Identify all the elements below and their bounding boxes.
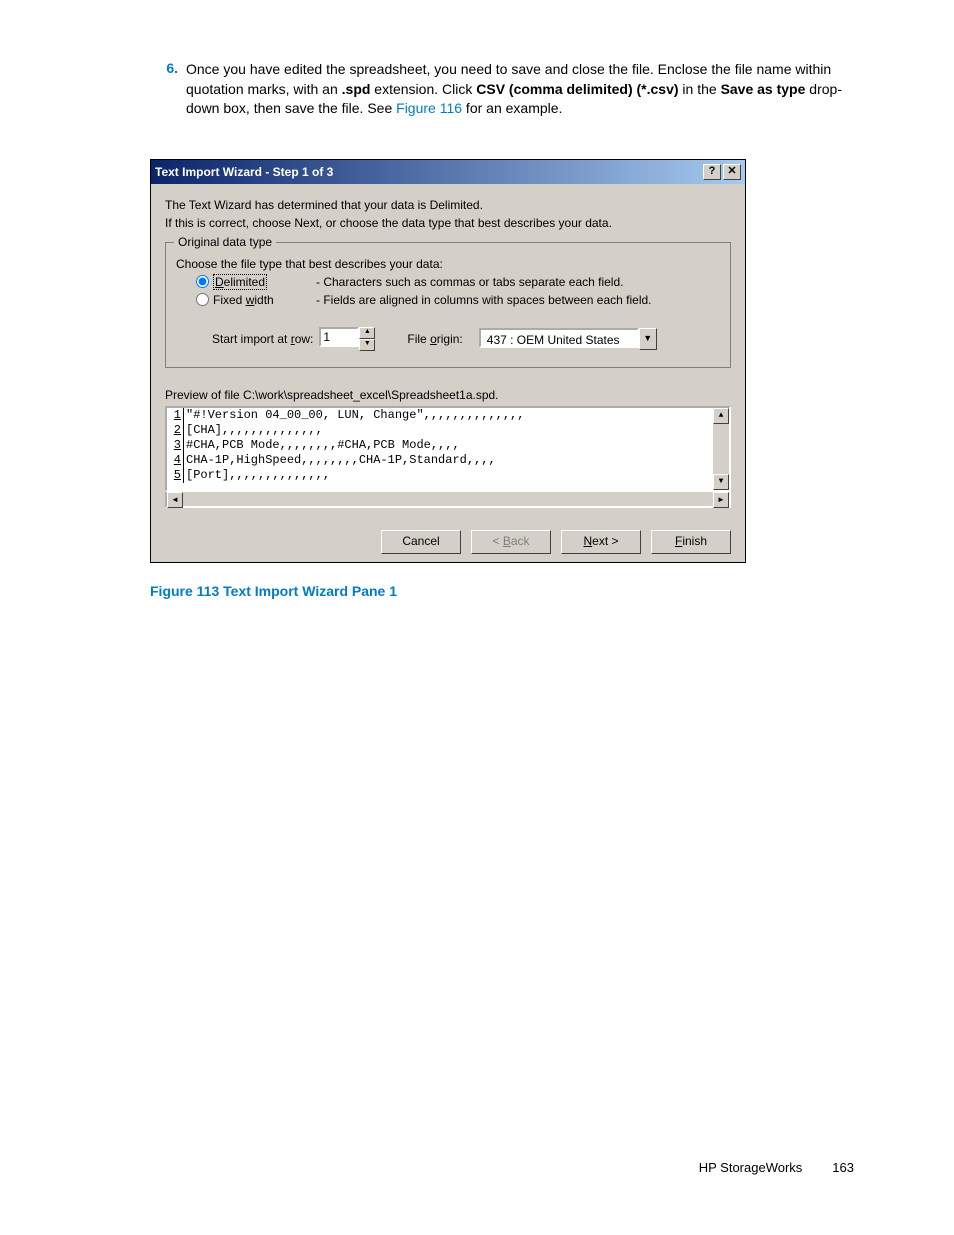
line-text: "#!Version 04_00_00, LUN, Change",,,,,,,… (183, 408, 524, 423)
preview-label: Preview of file C:\work\spreadsheet_exce… (165, 388, 731, 402)
fieldset-legend: Original data type (174, 235, 276, 249)
label-text: elimited (224, 275, 265, 289)
preview-line: 5[Port],,,,,,,,,,,,,, (167, 468, 729, 483)
combobox-dropdown-button[interactable]: ▼ (639, 328, 657, 350)
line-text: [CHA],,,,,,,,,,,,,, (183, 423, 323, 438)
file-origin-value[interactable]: 437 : OEM United States (479, 328, 639, 348)
dialog-body: The Text Wizard has determined that your… (151, 184, 745, 562)
close-button[interactable]: ✕ (723, 164, 741, 180)
next-button[interactable]: Next > (561, 530, 641, 554)
vertical-scrollbar[interactable]: ▲ ▼ (713, 408, 729, 490)
file-origin-label: File origin: (407, 332, 462, 346)
line-number: 1 (167, 408, 183, 423)
back-button: < Back (471, 530, 551, 554)
step-number: 6. (150, 60, 178, 76)
underline-char: o (430, 332, 437, 346)
titlebar-buttons: ? ✕ (703, 164, 741, 180)
step-bold: Save as type (721, 81, 806, 97)
scroll-down-button[interactable]: ▼ (713, 474, 729, 490)
footer-page-number: 163 (832, 1160, 854, 1175)
footer-product: HP StorageWorks (699, 1160, 803, 1175)
fixed-width-radio-group[interactable]: Fixed width (176, 293, 316, 307)
original-data-type-fieldset: Original data type Choose the file type … (165, 242, 731, 368)
spinner-up[interactable]: ▲ (359, 327, 375, 339)
delimited-label: Delimited (213, 275, 267, 289)
preview-line: 4CHA-1P,HighSpeed,,,,,,,,CHA-1P,Standard… (167, 453, 729, 468)
underline-char: B (503, 534, 511, 548)
label-text: ext > (592, 534, 618, 548)
import-options-row: Start import at row: ▲ ▼ File origin: 43… (212, 327, 720, 351)
figure-caption: Figure 113 Text Import Wizard Pane 1 (150, 583, 854, 599)
start-row-spinner[interactable]: ▲ ▼ (319, 327, 375, 351)
label-text: Fixed (213, 293, 246, 307)
underline-char: D (215, 275, 224, 289)
scroll-up-button[interactable]: ▲ (713, 408, 729, 424)
start-row-input[interactable] (319, 327, 359, 347)
preview-line: 2[CHA],,,,,,,,,,,,,, (167, 423, 729, 438)
fixed-width-row: Fixed width - Fields are aligned in colu… (176, 293, 720, 307)
label-text: ow: (295, 332, 314, 346)
label-text: Start import at (212, 332, 291, 346)
delimited-row: Delimited - Characters such as commas or… (176, 275, 720, 289)
preview-lines-container: 1"#!Version 04_00_00, LUN, Change",,,,,,… (167, 408, 729, 483)
step-text-frag: extension. Click (370, 81, 476, 97)
preview-box: 1"#!Version 04_00_00, LUN, Change",,,,,,… (165, 406, 731, 492)
line-number: 4 (167, 453, 183, 468)
titlebar: Text Import Wizard - Step 1 of 3 ? ✕ (151, 160, 745, 184)
help-button[interactable]: ? (703, 164, 721, 180)
step-text: Once you have edited the spreadsheet, yo… (186, 60, 854, 119)
step-bold: CSV (comma delimited) (*.csv) (476, 81, 678, 97)
figure-link[interactable]: Figure 116 (396, 100, 462, 116)
line-number: 3 (167, 438, 183, 453)
delimited-description: - Characters such as commas or tabs sepa… (316, 275, 623, 289)
horizontal-scrollbar[interactable]: ◄ ► (165, 492, 731, 508)
label-text: rigin: (437, 332, 463, 346)
fixed-width-label: Fixed width (213, 293, 274, 307)
step-bold: .spd (342, 81, 371, 97)
step-text-frag: in the (679, 81, 721, 97)
intro-text-2: If this is correct, choose Next, or choo… (165, 216, 731, 230)
label-text: File (407, 332, 430, 346)
start-row-label: Start import at row: (212, 332, 313, 346)
fieldset-prompt: Choose the file type that best describes… (176, 257, 720, 271)
text-import-wizard-dialog: Text Import Wizard - Step 1 of 3 ? ✕ The… (150, 159, 746, 563)
delimited-radio[interactable] (196, 275, 209, 288)
dialog-title: Text Import Wizard - Step 1 of 3 (155, 165, 333, 179)
line-text: #CHA,PCB Mode,,,,,,,,#CHA,PCB Mode,,,, (183, 438, 460, 453)
label-text: ack (511, 534, 530, 548)
finish-button[interactable]: Finish (651, 530, 731, 554)
cancel-button[interactable]: Cancel (381, 530, 461, 554)
delimited-radio-group[interactable]: Delimited (176, 275, 316, 289)
step-text-frag: for an example. (462, 100, 562, 116)
instruction-step: 6. Once you have edited the spreadsheet,… (150, 60, 854, 119)
preview-area: 1"#!Version 04_00_00, LUN, Change",,,,,,… (165, 406, 731, 508)
dialog-button-row: Cancel < Back Next > Finish (165, 530, 731, 554)
line-number: 5 (167, 468, 183, 483)
scroll-right-button[interactable]: ► (713, 492, 729, 508)
document-page: 6. Once you have edited the spreadsheet,… (0, 0, 954, 1235)
fixed-width-radio[interactable] (196, 293, 209, 306)
scroll-left-button[interactable]: ◄ (167, 492, 183, 508)
file-origin-combobox[interactable]: 437 : OEM United States ▼ (479, 328, 657, 350)
page-footer: HP StorageWorks 163 (699, 1160, 854, 1175)
underline-char: N (583, 534, 592, 548)
intro-text-1: The Text Wizard has determined that your… (165, 198, 731, 212)
label-text: inish (682, 534, 707, 548)
line-text: CHA-1P,HighSpeed,,,,,,,,CHA-1P,Standard,… (183, 453, 496, 468)
spinner-down[interactable]: ▼ (359, 339, 375, 351)
fixed-width-description: - Fields are aligned in columns with spa… (316, 293, 652, 307)
preview-line: 3#CHA,PCB Mode,,,,,,,,#CHA,PCB Mode,,,, (167, 438, 729, 453)
preview-line: 1"#!Version 04_00_00, LUN, Change",,,,,,… (167, 408, 729, 423)
line-number: 2 (167, 423, 183, 438)
line-text: [Port],,,,,,,,,,,,,, (183, 468, 330, 483)
label-text: idth (254, 293, 273, 307)
spinner-buttons: ▲ ▼ (359, 327, 375, 351)
label-text: < (492, 534, 502, 548)
figure-container: Text Import Wizard - Step 1 of 3 ? ✕ The… (150, 159, 854, 599)
